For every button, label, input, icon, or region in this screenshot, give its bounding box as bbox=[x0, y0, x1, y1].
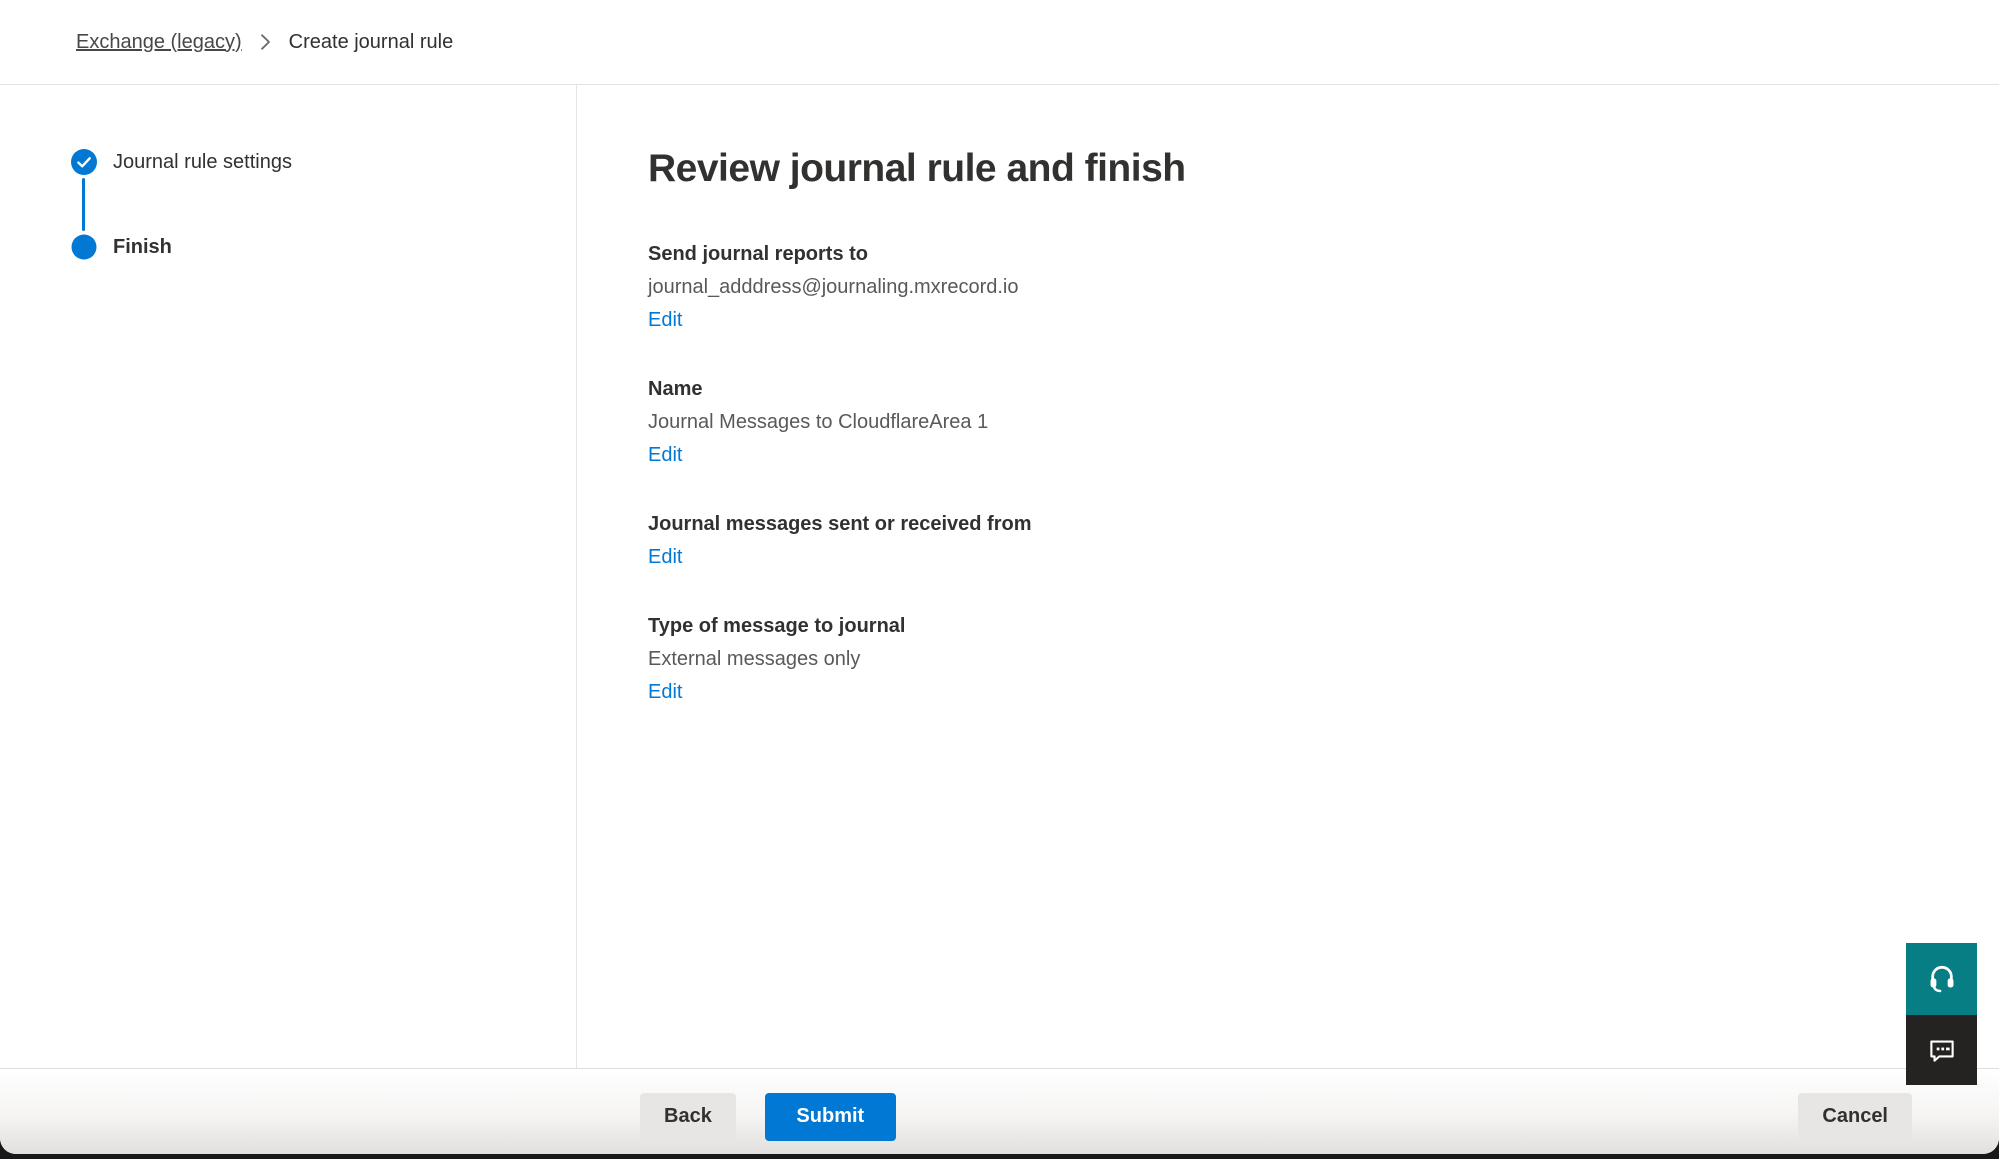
review-section-name: Name Journal Messages to CloudflareArea … bbox=[648, 376, 1999, 468]
wizard-step-finish[interactable]: Finish bbox=[71, 234, 576, 260]
review-section-journal-messages-scope: Journal messages sent or received from E… bbox=[648, 511, 1999, 570]
chat-icon bbox=[1925, 1033, 1959, 1067]
edit-journal-messages-scope-link[interactable]: Edit bbox=[648, 544, 682, 570]
review-section-send-journal-reports-to: Send journal reports to journal_adddress… bbox=[648, 241, 1999, 333]
wizard-step-label: Finish bbox=[113, 234, 172, 260]
section-label: Name bbox=[648, 376, 1999, 402]
footer-action-bar: Back Submit Cancel bbox=[0, 1068, 1999, 1154]
review-section-message-type: Type of message to journal External mess… bbox=[648, 613, 1999, 705]
edit-message-type-link[interactable]: Edit bbox=[648, 679, 682, 705]
review-content: Review journal rule and finish Send jour… bbox=[577, 85, 1999, 1068]
check-circle-icon bbox=[71, 149, 97, 175]
feedback-button[interactable] bbox=[1906, 1015, 1977, 1085]
edit-name-link[interactable]: Edit bbox=[648, 442, 682, 468]
edit-send-journal-reports-link[interactable]: Edit bbox=[648, 307, 682, 333]
section-value: Journal Messages to CloudflareArea 1 bbox=[648, 409, 1999, 435]
floating-button-stack bbox=[1906, 943, 1977, 1085]
submit-button[interactable]: Submit bbox=[765, 1093, 896, 1141]
section-label: Type of message to journal bbox=[648, 613, 1999, 639]
cancel-button[interactable]: Cancel bbox=[1798, 1093, 1912, 1141]
filled-dot-icon bbox=[71, 234, 97, 260]
section-value: External messages only bbox=[648, 646, 1999, 672]
app-window: Exchange (legacy) Create journal rule Jo… bbox=[0, 0, 1999, 1154]
headset-icon bbox=[1925, 962, 1959, 996]
section-label: Send journal reports to bbox=[648, 241, 1999, 267]
breadcrumb-current-page: Create journal rule bbox=[289, 31, 454, 54]
chevron-right-icon bbox=[259, 32, 272, 52]
step-connector-line bbox=[82, 178, 85, 231]
wizard-steps-panel: Journal rule settings Finish bbox=[0, 85, 577, 1068]
section-label: Journal messages sent or received from bbox=[648, 511, 1999, 537]
wizard-step-journal-rule-settings[interactable]: Journal rule settings bbox=[71, 149, 576, 175]
section-value: journal_adddress@journaling.mxrecord.io bbox=[648, 274, 1999, 300]
wizard-step-label: Journal rule settings bbox=[113, 149, 292, 175]
help-button[interactable] bbox=[1906, 943, 1977, 1015]
breadcrumb: Exchange (legacy) Create journal rule bbox=[0, 0, 1999, 85]
back-button[interactable]: Back bbox=[640, 1093, 736, 1141]
page-title: Review journal rule and finish bbox=[648, 149, 1999, 188]
breadcrumb-link-exchange-legacy[interactable]: Exchange (legacy) bbox=[76, 31, 242, 54]
main-row: Journal rule settings Finish Review jour… bbox=[0, 85, 1999, 1068]
